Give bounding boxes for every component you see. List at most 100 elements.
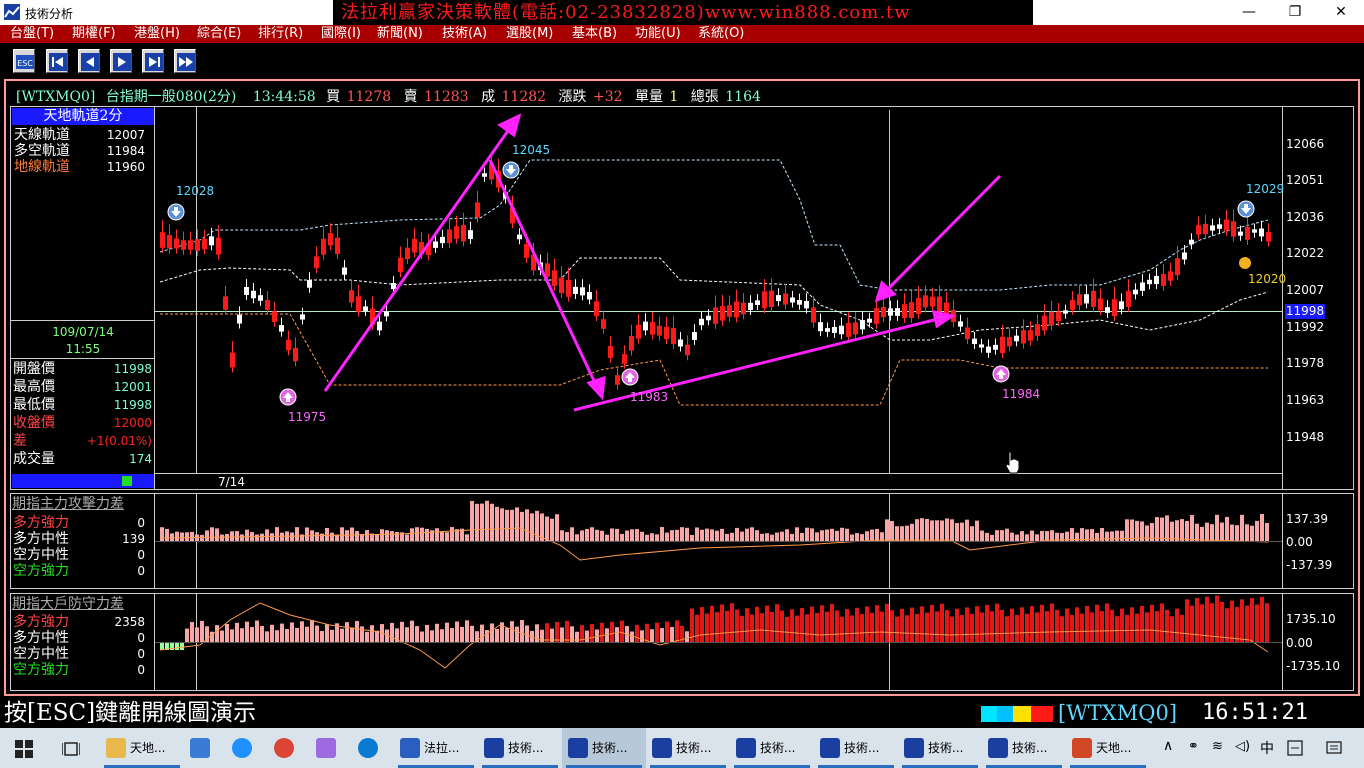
ime-mode-icon[interactable] <box>1287 740 1303 756</box>
menu-composite[interactable]: 綜合(E) <box>197 25 241 43</box>
sub1-value: 0 <box>137 564 145 578</box>
peak-label-right: 12029 <box>1246 182 1285 196</box>
indicator-label-ground: 地線軌道 <box>14 159 70 175</box>
close-button[interactable]: ✕ <box>1318 0 1364 25</box>
previous-button[interactable] <box>78 49 100 73</box>
taskbar-item[interactable]: 技術... <box>478 728 562 768</box>
first-button[interactable] <box>46 49 68 73</box>
price-tick: 12051 <box>1286 173 1325 187</box>
taskbar-item[interactable] <box>352 728 394 768</box>
taskbar-item[interactable]: 技術... <box>814 728 898 768</box>
price-tick: 11963 <box>1286 393 1325 407</box>
taskbar-item-label: 技術... <box>676 741 712 755</box>
sub2-axis-tick: 0.00 <box>1286 636 1313 650</box>
sub2-value: 0 <box>137 647 145 661</box>
app-window: 技術分析 法拉利贏家決策軟體(電話:02-23832828)www.win888… <box>0 0 1364 768</box>
menu-international[interactable]: 國際(I) <box>321 25 361 43</box>
menu-stock-picker[interactable]: 選股(M) <box>506 25 553 43</box>
sub2-value: 2358 <box>114 615 145 629</box>
taskbar-item[interactable] <box>310 728 352 768</box>
taskbar-item-label: 技術... <box>844 741 880 755</box>
menu-bar: 台盤(T) 期權(F) 港盤(H) 綜合(E) 排行(R) 國際(I) 新聞(N… <box>0 25 1364 43</box>
edge-icon <box>358 738 378 758</box>
sub2-axis-tick: 1735.10 <box>1286 612 1336 626</box>
chrome-icon <box>274 738 294 758</box>
high-label: 最高價 <box>13 379 55 395</box>
tray-chevron-up-icon[interactable]: ∧ <box>1163 738 1173 754</box>
taskbar-item[interactable] <box>226 728 268 768</box>
color-legend <box>981 706 1053 722</box>
sub1-value: 0 <box>137 548 145 562</box>
sub2-label: 多方強力 <box>13 614 69 630</box>
menu-function[interactable]: 功能(U) <box>635 25 681 43</box>
taskbar-item[interactable]: 技術... <box>646 728 730 768</box>
taskbar-item[interactable] <box>268 728 310 768</box>
taskbar-item[interactable] <box>184 728 226 768</box>
open-label: 開盤價 <box>13 361 55 377</box>
fast-forward-button[interactable] <box>174 49 196 73</box>
chart-app-icon <box>4 4 20 20</box>
price-tick: 11948 <box>1286 430 1325 444</box>
sub1-value: 139 <box>122 532 145 546</box>
menu-ranking[interactable]: 排行(R) <box>258 25 303 43</box>
app-icon <box>400 738 420 758</box>
taskbar-item[interactable]: 技術... <box>730 728 814 768</box>
sub2-label: 空方中性 <box>13 646 69 662</box>
notification-icon[interactable] <box>1326 740 1342 756</box>
deal-label: 成 <box>481 89 496 105</box>
quote-time: 13:44:58 <box>252 89 316 105</box>
menu-system[interactable]: 系統(O) <box>698 25 744 43</box>
taskbar-item-label: 法拉... <box>424 741 460 755</box>
taskbar-item-label: 天地... <box>130 741 166 755</box>
taskbar-item[interactable]: 技術... <box>982 728 1066 768</box>
quote-name: 台指期一般080(2分) <box>105 89 237 105</box>
menu-taiwan[interactable]: 台盤(T) <box>10 25 54 43</box>
last-button[interactable] <box>142 49 164 73</box>
wifi-icon[interactable]: ≋ <box>1212 739 1223 754</box>
taskbar-item[interactable]: 天地... <box>1066 728 1150 768</box>
menu-news[interactable]: 新聞(N) <box>377 25 423 43</box>
change-value: +32 <box>592 89 623 105</box>
sub1-label: 多方強力 <box>13 515 69 531</box>
esc-icon: ESC <box>16 55 34 69</box>
sub2-label: 多方中性 <box>13 630 69 646</box>
menu-fundamental[interactable]: 基本(B) <box>572 25 617 43</box>
chart-icon <box>988 738 1008 758</box>
menu-futures[interactable]: 期權(F) <box>72 25 116 43</box>
next-button[interactable] <box>110 49 132 73</box>
menu-hk[interactable]: 港盤(H) <box>134 25 180 43</box>
diff-value: +1(0.01%) <box>86 434 152 448</box>
minimize-button[interactable]: — <box>1226 0 1272 25</box>
indicator-title: 天地軌道2分 <box>43 108 123 124</box>
task-view-icon[interactable] <box>62 740 80 758</box>
indicator-label-sky: 天線軌道 <box>14 127 70 143</box>
paint-icon <box>316 738 336 758</box>
taskbar-item[interactable]: 技術... <box>898 728 982 768</box>
sub1-value: 0 <box>137 516 145 530</box>
price-tick: 12066 <box>1286 137 1325 151</box>
restore-button[interactable]: ❐ <box>1272 0 1318 25</box>
high-value: 12001 <box>113 380 152 394</box>
chart-icon <box>904 738 924 758</box>
taskbar-item[interactable]: 法拉... <box>394 728 478 768</box>
deal-price: 11282 <box>501 89 547 105</box>
sub2-axis-tick: -1735.10 <box>1286 659 1340 673</box>
network-people-icon[interactable]: ⚭ <box>1188 739 1199 754</box>
windows-start-icon[interactable] <box>15 740 33 758</box>
status-clock: 16:51:21 <box>1202 700 1308 725</box>
volume-total-label: 成交量 <box>13 451 55 467</box>
sub1-label: 空方中性 <box>13 547 69 563</box>
sell-price: 11283 <box>424 89 469 105</box>
volume-icon[interactable]: ◁) <box>1235 739 1250 754</box>
price-tick: 12022 <box>1286 246 1325 260</box>
trough-label-1: 11975 <box>288 410 327 424</box>
menu-technical[interactable]: 技術(A) <box>442 25 487 43</box>
taskbar-item[interactable]: 技術... <box>562 728 646 768</box>
sub1-label: 多方中性 <box>13 531 69 547</box>
skip-last-icon <box>145 53 163 71</box>
taskbar-item-label: 技術... <box>760 741 796 755</box>
ime-indicator[interactable]: 中 <box>1260 738 1274 758</box>
taskbar-item[interactable]: 天地... <box>100 728 184 768</box>
total-value: 1164 <box>725 89 761 105</box>
esc-button[interactable]: ESC <box>13 49 35 73</box>
